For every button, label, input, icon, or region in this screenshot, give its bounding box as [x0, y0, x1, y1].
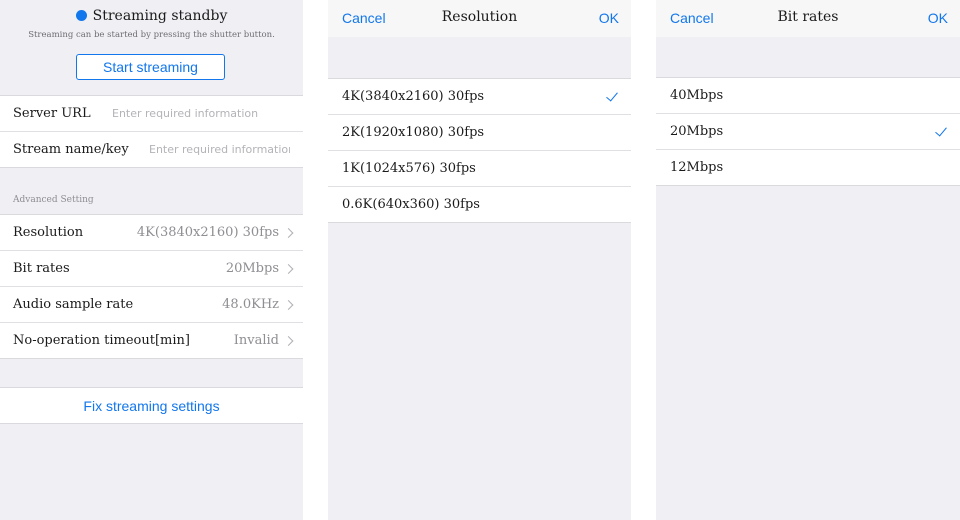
ok-button[interactable]: OK: [928, 10, 948, 26]
option-label: 0.6K(640x360) 30fps: [342, 197, 480, 212]
checkmark-icon: [606, 88, 618, 101]
resolution-option-0-6k[interactable]: 0.6K(640x360) 30fps: [328, 186, 631, 222]
resolution-option-4k[interactable]: 4K(3840x2160) 30fps: [328, 79, 631, 114]
ok-button[interactable]: OK: [599, 10, 619, 26]
bit-rates-row[interactable]: Bit rates 20Mbps: [0, 250, 303, 286]
bitrate-title: Bit rates: [777, 9, 839, 25]
bitrate-option-40[interactable]: 40Mbps: [656, 78, 960, 113]
streaming-settings-panel: Streaming standby Streaming can be start…: [0, 0, 303, 520]
resolution-option-2k[interactable]: 2K(1920x1080) 30fps: [328, 114, 631, 150]
audio-sample-rate-value: 48.0KHz: [222, 297, 279, 312]
status-dot-icon: [75, 9, 87, 21]
option-label: 20Mbps: [670, 124, 724, 139]
advanced-group: Resolution 4K(3840x2160) 30fps Bit rates…: [0, 214, 303, 359]
chevron-right-icon: [283, 263, 294, 274]
bitrate-option-20[interactable]: 20Mbps: [656, 113, 960, 149]
connection-group: Server URL Stream name/key: [0, 95, 303, 168]
timeout-value: Invalid: [233, 333, 279, 348]
resolution-title: Resolution: [441, 9, 518, 25]
start-streaming-button[interactable]: Start streaming: [76, 54, 225, 80]
advanced-setting-heading: Advanced Setting: [13, 195, 94, 205]
resolution-picker-panel: Cancel Resolution OK 4K(3840x2160) 30fps…: [328, 0, 631, 520]
audio-sample-rate-label: Audio sample rate: [13, 297, 134, 312]
timeout-label: No-operation timeout[min]: [13, 333, 190, 348]
bitrate-option-12[interactable]: 12Mbps: [656, 149, 960, 185]
chevron-right-icon: [283, 227, 294, 238]
server-url-input[interactable]: [112, 107, 292, 120]
status-hint: Streaming can be started by pressing the…: [28, 30, 275, 40]
audio-sample-rate-row[interactable]: Audio sample rate 48.0KHz: [0, 286, 303, 322]
bitrate-navbar: Cancel Bit rates OK: [656, 0, 960, 37]
option-label: 1K(1024x576) 30fps: [342, 161, 476, 176]
option-label: 2K(1920x1080) 30fps: [342, 125, 485, 140]
resolution-value: 4K(3840x2160) 30fps: [136, 225, 279, 240]
stream-key-row[interactable]: Stream name/key: [0, 131, 303, 167]
option-label: 40Mbps: [670, 88, 724, 103]
resolution-label: Resolution: [13, 225, 84, 240]
resolution-options: 4K(3840x2160) 30fps 2K(1920x1080) 30fps …: [328, 78, 631, 223]
chevron-right-icon: [283, 335, 294, 346]
bit-rates-value: 20Mbps: [225, 261, 279, 276]
server-url-label: Server URL: [13, 106, 91, 121]
resolution-option-1k[interactable]: 1K(1024x576) 30fps: [328, 150, 631, 186]
timeout-row[interactable]: No-operation timeout[min] Invalid: [0, 322, 303, 358]
stream-key-input[interactable]: [149, 143, 290, 156]
status-label: Streaming standby: [92, 8, 228, 24]
stream-key-label: Stream name/key: [13, 142, 129, 157]
option-label: 12Mbps: [670, 160, 724, 175]
bitrate-picker-panel: Cancel Bit rates OK 40Mbps 20Mbps 12Mbps: [656, 0, 960, 520]
option-label: 4K(3840x2160) 30fps: [342, 89, 485, 104]
chevron-right-icon: [283, 299, 294, 310]
fix-streaming-settings-button[interactable]: Fix streaming settings: [0, 387, 303, 424]
resolution-navbar: Cancel Resolution OK: [328, 0, 631, 37]
checkmark-icon: [935, 123, 947, 136]
bit-rates-label: Bit rates: [13, 261, 70, 276]
streaming-status: Streaming standby: [0, 8, 303, 24]
server-url-row[interactable]: Server URL: [0, 96, 303, 131]
resolution-row[interactable]: Resolution 4K(3840x2160) 30fps: [0, 215, 303, 250]
bitrate-options: 40Mbps 20Mbps 12Mbps: [656, 77, 960, 186]
